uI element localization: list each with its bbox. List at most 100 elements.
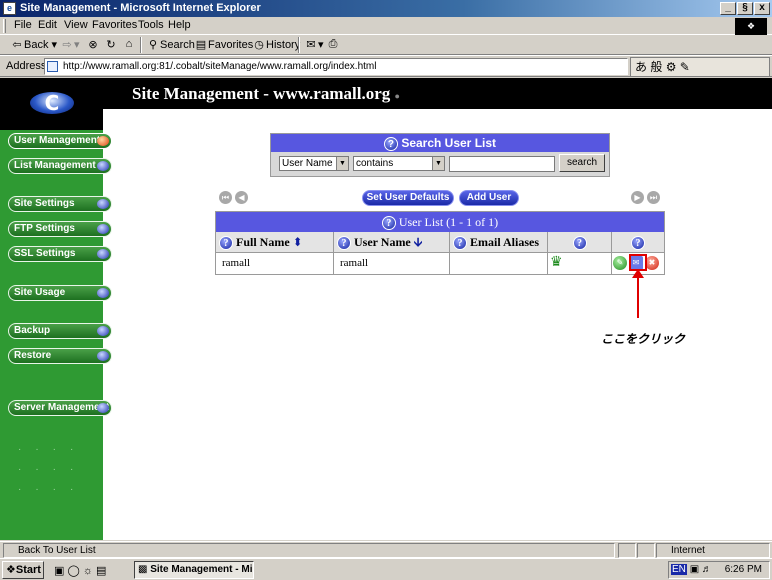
indicator-icon bbox=[97, 288, 109, 298]
add-user-button[interactable]: Add User bbox=[459, 190, 519, 206]
sort-both-icon[interactable]: ⬍ bbox=[293, 235, 303, 249]
sidebar-item-server-management[interactable]: Server Management bbox=[8, 400, 112, 416]
indicator-icon bbox=[97, 249, 109, 259]
home-button[interactable]: ⌂ bbox=[122, 38, 136, 50]
status-bar: Back To User List Internet bbox=[0, 541, 772, 558]
start-button[interactable]: ❖Start bbox=[2, 561, 44, 579]
menu-help[interactable]: Help bbox=[168, 19, 191, 31]
help-icon[interactable]: ? bbox=[219, 236, 233, 251]
last-page-icon[interactable]: ⏭ bbox=[647, 191, 660, 204]
taskbar-item-site-management[interactable]: ▩ Site Management - Mi... bbox=[134, 561, 254, 579]
windows-logo-icon: ❖ bbox=[735, 18, 767, 35]
sidebar-item-list-management[interactable]: List Management bbox=[8, 158, 112, 174]
forward-button[interactable]: ⇨ ▾ bbox=[60, 38, 80, 51]
help-icon[interactable]: ? bbox=[337, 236, 351, 251]
search-field-select[interactable]: User Name ▼ bbox=[279, 156, 349, 171]
mail-dropdown-icon[interactable]: ▾ bbox=[318, 39, 324, 51]
annotation-arrow bbox=[637, 272, 639, 318]
ie-window-icon[interactable]: e bbox=[3, 2, 16, 15]
ime-language-bar[interactable]: あ 般 ⚙ ✎ bbox=[630, 57, 770, 77]
ie-quick-launch-icon[interactable]: ◯ bbox=[67, 565, 79, 577]
mail-toolbar-button[interactable]: ✉ ▾ bbox=[304, 38, 324, 51]
outlook-quick-launch-icon[interactable]: ☼ bbox=[83, 565, 93, 577]
help-icon[interactable]: ? bbox=[453, 236, 467, 251]
cell-admin: ♛ bbox=[548, 253, 612, 274]
sidebar-item-ftp-settings[interactable]: FTP Settings bbox=[8, 221, 112, 237]
menu-favorites[interactable]: Favorites bbox=[92, 19, 137, 31]
menu-tools[interactable]: Tools bbox=[138, 19, 164, 31]
security-zone: Internet bbox=[656, 543, 770, 558]
sidebar-item-backup[interactable]: Backup bbox=[8, 323, 112, 339]
indicator-icon bbox=[97, 161, 109, 171]
user-list-header: ? User List (1 - 1 of 1) bbox=[216, 212, 664, 232]
ie-page-icon: ▩ bbox=[138, 564, 148, 575]
history-toolbar-button[interactable]: ◷ History bbox=[252, 38, 300, 51]
search-operator-select[interactable]: contains ▼ bbox=[353, 156, 445, 171]
forward-dropdown-icon[interactable]: ▾ bbox=[74, 39, 80, 51]
column-actions: ? bbox=[612, 232, 664, 253]
window-title: Site Management - Microsoft Internet Exp… bbox=[20, 2, 261, 14]
address-input[interactable]: http://www.ramall.org:81/.cobalt/siteMan… bbox=[44, 58, 628, 75]
search-toolbar-button[interactable]: ⚲ Search bbox=[146, 38, 195, 51]
indicator-icon bbox=[97, 199, 109, 209]
back-dropdown-icon[interactable]: ▾ bbox=[52, 39, 58, 51]
maximize-button[interactable]: § bbox=[737, 2, 753, 15]
search-input[interactable] bbox=[449, 156, 555, 172]
modify-user-icon[interactable]: ✎ bbox=[613, 256, 627, 270]
stop-button[interactable]: ⊗ bbox=[86, 38, 100, 51]
close-button[interactable]: x bbox=[754, 2, 770, 15]
indicator-icon bbox=[97, 351, 109, 361]
sidebar-item-ssl-settings[interactable]: SSL Settings bbox=[8, 246, 112, 262]
cell-full-name: ramall bbox=[216, 253, 334, 274]
next-page-icon[interactable]: ▶ bbox=[631, 191, 644, 204]
back-button[interactable]: ⇦ Back ▾ bbox=[10, 38, 57, 51]
language-indicator[interactable]: EN bbox=[671, 564, 687, 575]
cobalt-logo: C bbox=[30, 92, 74, 114]
sidebar-item-site-settings[interactable]: Site Settings bbox=[8, 196, 112, 212]
taskbar: ❖Start ▣ ◯ ☼ ▤ ▩ Site Management - Mi...… bbox=[0, 558, 772, 580]
print-toolbar-button[interactable]: ⎙ bbox=[326, 38, 340, 51]
address-label: Address bbox=[6, 60, 47, 72]
help-icon[interactable]: ? bbox=[381, 216, 396, 231]
delete-user-icon[interactable]: ✖ bbox=[645, 256, 659, 270]
column-user-name[interactable]: ? User Name 🡫 bbox=[334, 232, 450, 253]
ime-tools-icon[interactable]: ⚙ ✎ bbox=[666, 60, 690, 74]
clock[interactable]: 6:26 PM bbox=[725, 564, 762, 575]
mail-icon: ✉ bbox=[306, 39, 316, 51]
volume-icon[interactable]: ♬ bbox=[702, 564, 712, 575]
dropdown-arrow-icon: ▼ bbox=[336, 157, 348, 170]
explorer-quick-launch-icon[interactable]: ▤ bbox=[96, 565, 106, 577]
sidebar-item-restore[interactable]: Restore bbox=[8, 348, 112, 364]
refresh-icon: ↻ bbox=[106, 39, 116, 51]
logo-area: C bbox=[0, 78, 103, 130]
sidebar-item-user-management[interactable]: User Management bbox=[8, 133, 112, 149]
refresh-button[interactable]: ↻ bbox=[104, 38, 118, 51]
help-icon[interactable]: ? bbox=[572, 236, 587, 251]
prev-page-icon[interactable]: ◀ bbox=[235, 191, 248, 204]
help-icon[interactable]: ? bbox=[383, 136, 398, 151]
network-icon[interactable]: ▣ bbox=[690, 564, 699, 575]
favorites-toolbar-button[interactable]: ▤ Favorites bbox=[194, 38, 253, 51]
menu-view[interactable]: View bbox=[64, 19, 88, 31]
sidebar-item-site-usage[interactable]: Site Usage bbox=[8, 285, 112, 301]
show-desktop-icon[interactable]: ▣ bbox=[54, 565, 64, 577]
ime-mode[interactable]: あ 般 bbox=[635, 60, 662, 74]
menu-bar: File Edit View Favorites Tools Help bbox=[0, 17, 772, 35]
sidebar: User Management List Management Site Set… bbox=[0, 130, 112, 540]
active-indicator-icon bbox=[97, 136, 109, 146]
search-row: User Name ▼ contains ▼ search bbox=[271, 152, 609, 176]
first-page-icon[interactable]: ⏮ bbox=[219, 191, 232, 204]
column-full-name[interactable]: ? Full Name ⬍ bbox=[216, 232, 334, 253]
set-user-defaults-button[interactable]: Set User Defaults bbox=[362, 190, 454, 206]
help-icon[interactable]: ? bbox=[631, 236, 645, 251]
menu-file[interactable]: File bbox=[14, 19, 32, 31]
menu-edit[interactable]: Edit bbox=[38, 19, 57, 31]
minimize-button[interactable]: _ bbox=[720, 2, 736, 15]
favorites-folder-icon: ▤ bbox=[195, 39, 207, 51]
decorative-dots: ···· bbox=[18, 464, 88, 475]
indicator-icon bbox=[97, 326, 109, 336]
decorative-dots: ···· bbox=[18, 484, 88, 495]
home-icon: ⌂ bbox=[125, 38, 133, 50]
sort-down-icon[interactable]: 🡫 bbox=[414, 235, 423, 249]
search-button[interactable]: search bbox=[559, 154, 605, 172]
